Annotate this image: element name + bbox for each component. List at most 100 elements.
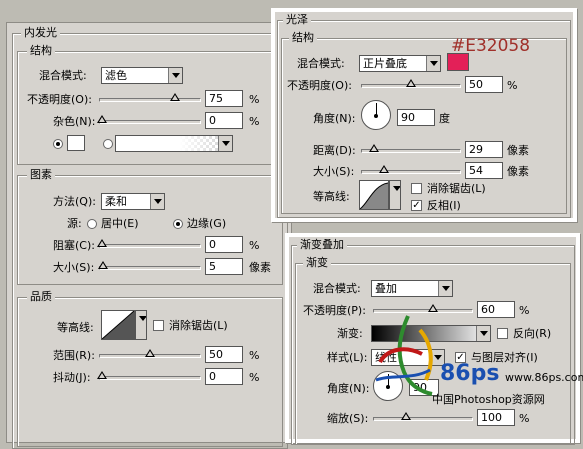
satin-opacity-slider[interactable] (361, 79, 461, 88)
chevron-down-icon[interactable] (150, 194, 164, 209)
gradient-opacity-label: 不透明度(P): (303, 304, 366, 317)
satin-angle-input[interactable]: 90 (397, 109, 435, 126)
contour-curve (102, 311, 134, 339)
satin-blend-label: 混合模式: (297, 57, 345, 70)
source-center-radio[interactable] (87, 219, 97, 229)
elements-title: 图素 (27, 168, 55, 182)
structure-title: 结构 (27, 44, 55, 58)
range-slider[interactable] (99, 349, 201, 358)
inner-glow-title: 内发光 (21, 26, 60, 40)
satin-distance-input[interactable]: 29 (465, 141, 503, 158)
satin-size-slider[interactable] (361, 165, 461, 174)
satin-angle-unit: 度 (439, 112, 450, 125)
contour-label: 等高线: (57, 321, 94, 334)
choke-slider-thumb[interactable] (97, 239, 107, 247)
satin-opacity-input[interactable]: 50 (465, 76, 503, 93)
size-unit: 像素 (249, 261, 271, 274)
noise-slider-thumb[interactable] (97, 115, 107, 123)
gradient-overlay-title: 渐变叠加 (297, 238, 347, 252)
noise-unit: % (249, 115, 260, 128)
watermark-logo-icon (375, 315, 433, 396)
antialias-label: 消除锯齿(L) (169, 319, 228, 332)
satin-opacity-slider-thumb[interactable] (406, 79, 416, 87)
gradient-opacity-input[interactable]: 60 (477, 301, 515, 318)
chevron-down-icon[interactable] (426, 56, 440, 71)
satin-invert-label: 反相(I) (427, 199, 461, 212)
range-slider-thumb[interactable] (145, 349, 155, 357)
size-input[interactable]: 5 (205, 258, 243, 275)
method-select[interactable]: 柔和 (101, 193, 165, 210)
satin-size-slider-thumb[interactable] (378, 165, 389, 173)
satin-distance-label: 距离(D): (313, 144, 356, 157)
satin-blend-value: 正片叠底 (363, 57, 407, 70)
gradient-radio[interactable] (103, 139, 113, 149)
gradient-scale-slider[interactable] (373, 412, 473, 421)
reverse-checkbox[interactable] (497, 328, 508, 339)
noise-input[interactable]: 0 (205, 112, 243, 129)
method-label: 方法(Q): (53, 195, 96, 208)
blend-mode-select[interactable]: 滤色 (101, 67, 183, 84)
chevron-down-icon[interactable] (168, 68, 182, 83)
gradient-scale-slider-thumb[interactable] (401, 412, 412, 420)
source-edge-radio[interactable] (173, 219, 183, 229)
size-slider-thumb[interactable] (98, 261, 108, 269)
satin-contour-curve (360, 182, 388, 209)
satin-distance-slider[interactable] (361, 144, 461, 153)
blend-mode-label: 混合模式: (39, 69, 87, 82)
quality-title: 品质 (27, 290, 55, 304)
glow-color-swatch[interactable] (67, 135, 85, 151)
choke-input[interactable]: 0 (205, 236, 243, 253)
chevron-down-icon[interactable] (390, 181, 400, 209)
opacity-slider[interactable] (99, 93, 201, 102)
range-input[interactable]: 50 (205, 346, 243, 363)
source-label: 源: (67, 217, 82, 230)
satin-blend-select[interactable]: 正片叠底 (359, 55, 441, 72)
jitter-input[interactable]: 0 (205, 368, 243, 385)
jitter-slider-thumb[interactable] (97, 371, 107, 379)
satin-angle-dial[interactable] (361, 100, 391, 130)
satin-distance-slider-thumb[interactable] (368, 144, 379, 152)
gradient-scale-input[interactable]: 100 (477, 409, 515, 426)
opacity-unit: % (249, 93, 260, 106)
satin-size-label: 大小(S): (313, 165, 355, 178)
chevron-down-icon[interactable] (438, 281, 452, 296)
satin-structure-title: 结构 (289, 31, 317, 45)
antialias-checkbox[interactable] (153, 320, 164, 331)
opacity-label: 不透明度(O): (27, 93, 92, 106)
choke-unit: % (249, 239, 260, 252)
satin-size-input[interactable]: 54 (465, 162, 503, 179)
chevron-down-icon[interactable] (218, 136, 232, 151)
gradient-blend-value: 叠加 (375, 282, 397, 295)
satin-contour-label: 等高线: (313, 190, 350, 203)
satin-contour-dropdown[interactable] (389, 180, 401, 210)
jitter-slider[interactable] (97, 371, 201, 380)
satin-angle-label: 角度(N): (313, 112, 356, 125)
glow-gradient-select[interactable] (115, 135, 233, 152)
satin-antialias-checkbox[interactable] (411, 183, 422, 194)
watermark-logo-text: 86ps (440, 361, 500, 386)
inner-glow-panel: 内发光 结构 混合模式: 滤色 不透明度(O): 75 % 杂色(N): 0 %… (6, 22, 292, 449)
gradient-style-label: 样式(L): (327, 351, 368, 364)
opacity-input[interactable]: 75 (205, 90, 243, 107)
solid-color-radio[interactable] (53, 139, 63, 149)
satin-panel: 光泽 结构 混合模式: 正片叠底 #E32058 不透明度(O): 50 % 角… (271, 8, 577, 222)
chevron-down-icon[interactable] (476, 326, 490, 341)
gradient-scale-unit: % (519, 412, 530, 425)
contour-preview[interactable] (101, 310, 135, 340)
choke-slider[interactable] (97, 239, 201, 248)
gradient-blend-select[interactable]: 叠加 (371, 280, 453, 297)
satin-opacity-unit: % (507, 79, 518, 92)
noise-label: 杂色(N): (53, 115, 96, 128)
contour-dropdown[interactable] (135, 310, 147, 340)
satin-invert-checkbox[interactable]: ✓ (411, 200, 422, 211)
method-value: 柔和 (105, 195, 127, 208)
noise-slider[interactable] (97, 115, 201, 124)
choke-label: 阻塞(C): (53, 239, 95, 252)
satin-contour-preview[interactable] (359, 180, 389, 210)
size-slider[interactable] (98, 261, 201, 270)
opacity-slider-thumb[interactable] (170, 93, 180, 101)
satin-antialias-label: 消除锯齿(L) (427, 182, 486, 195)
gradient-label: 渐变: (337, 327, 363, 340)
gradient-angle-label: 角度(N): (327, 382, 370, 395)
chevron-down-icon[interactable] (136, 311, 146, 339)
